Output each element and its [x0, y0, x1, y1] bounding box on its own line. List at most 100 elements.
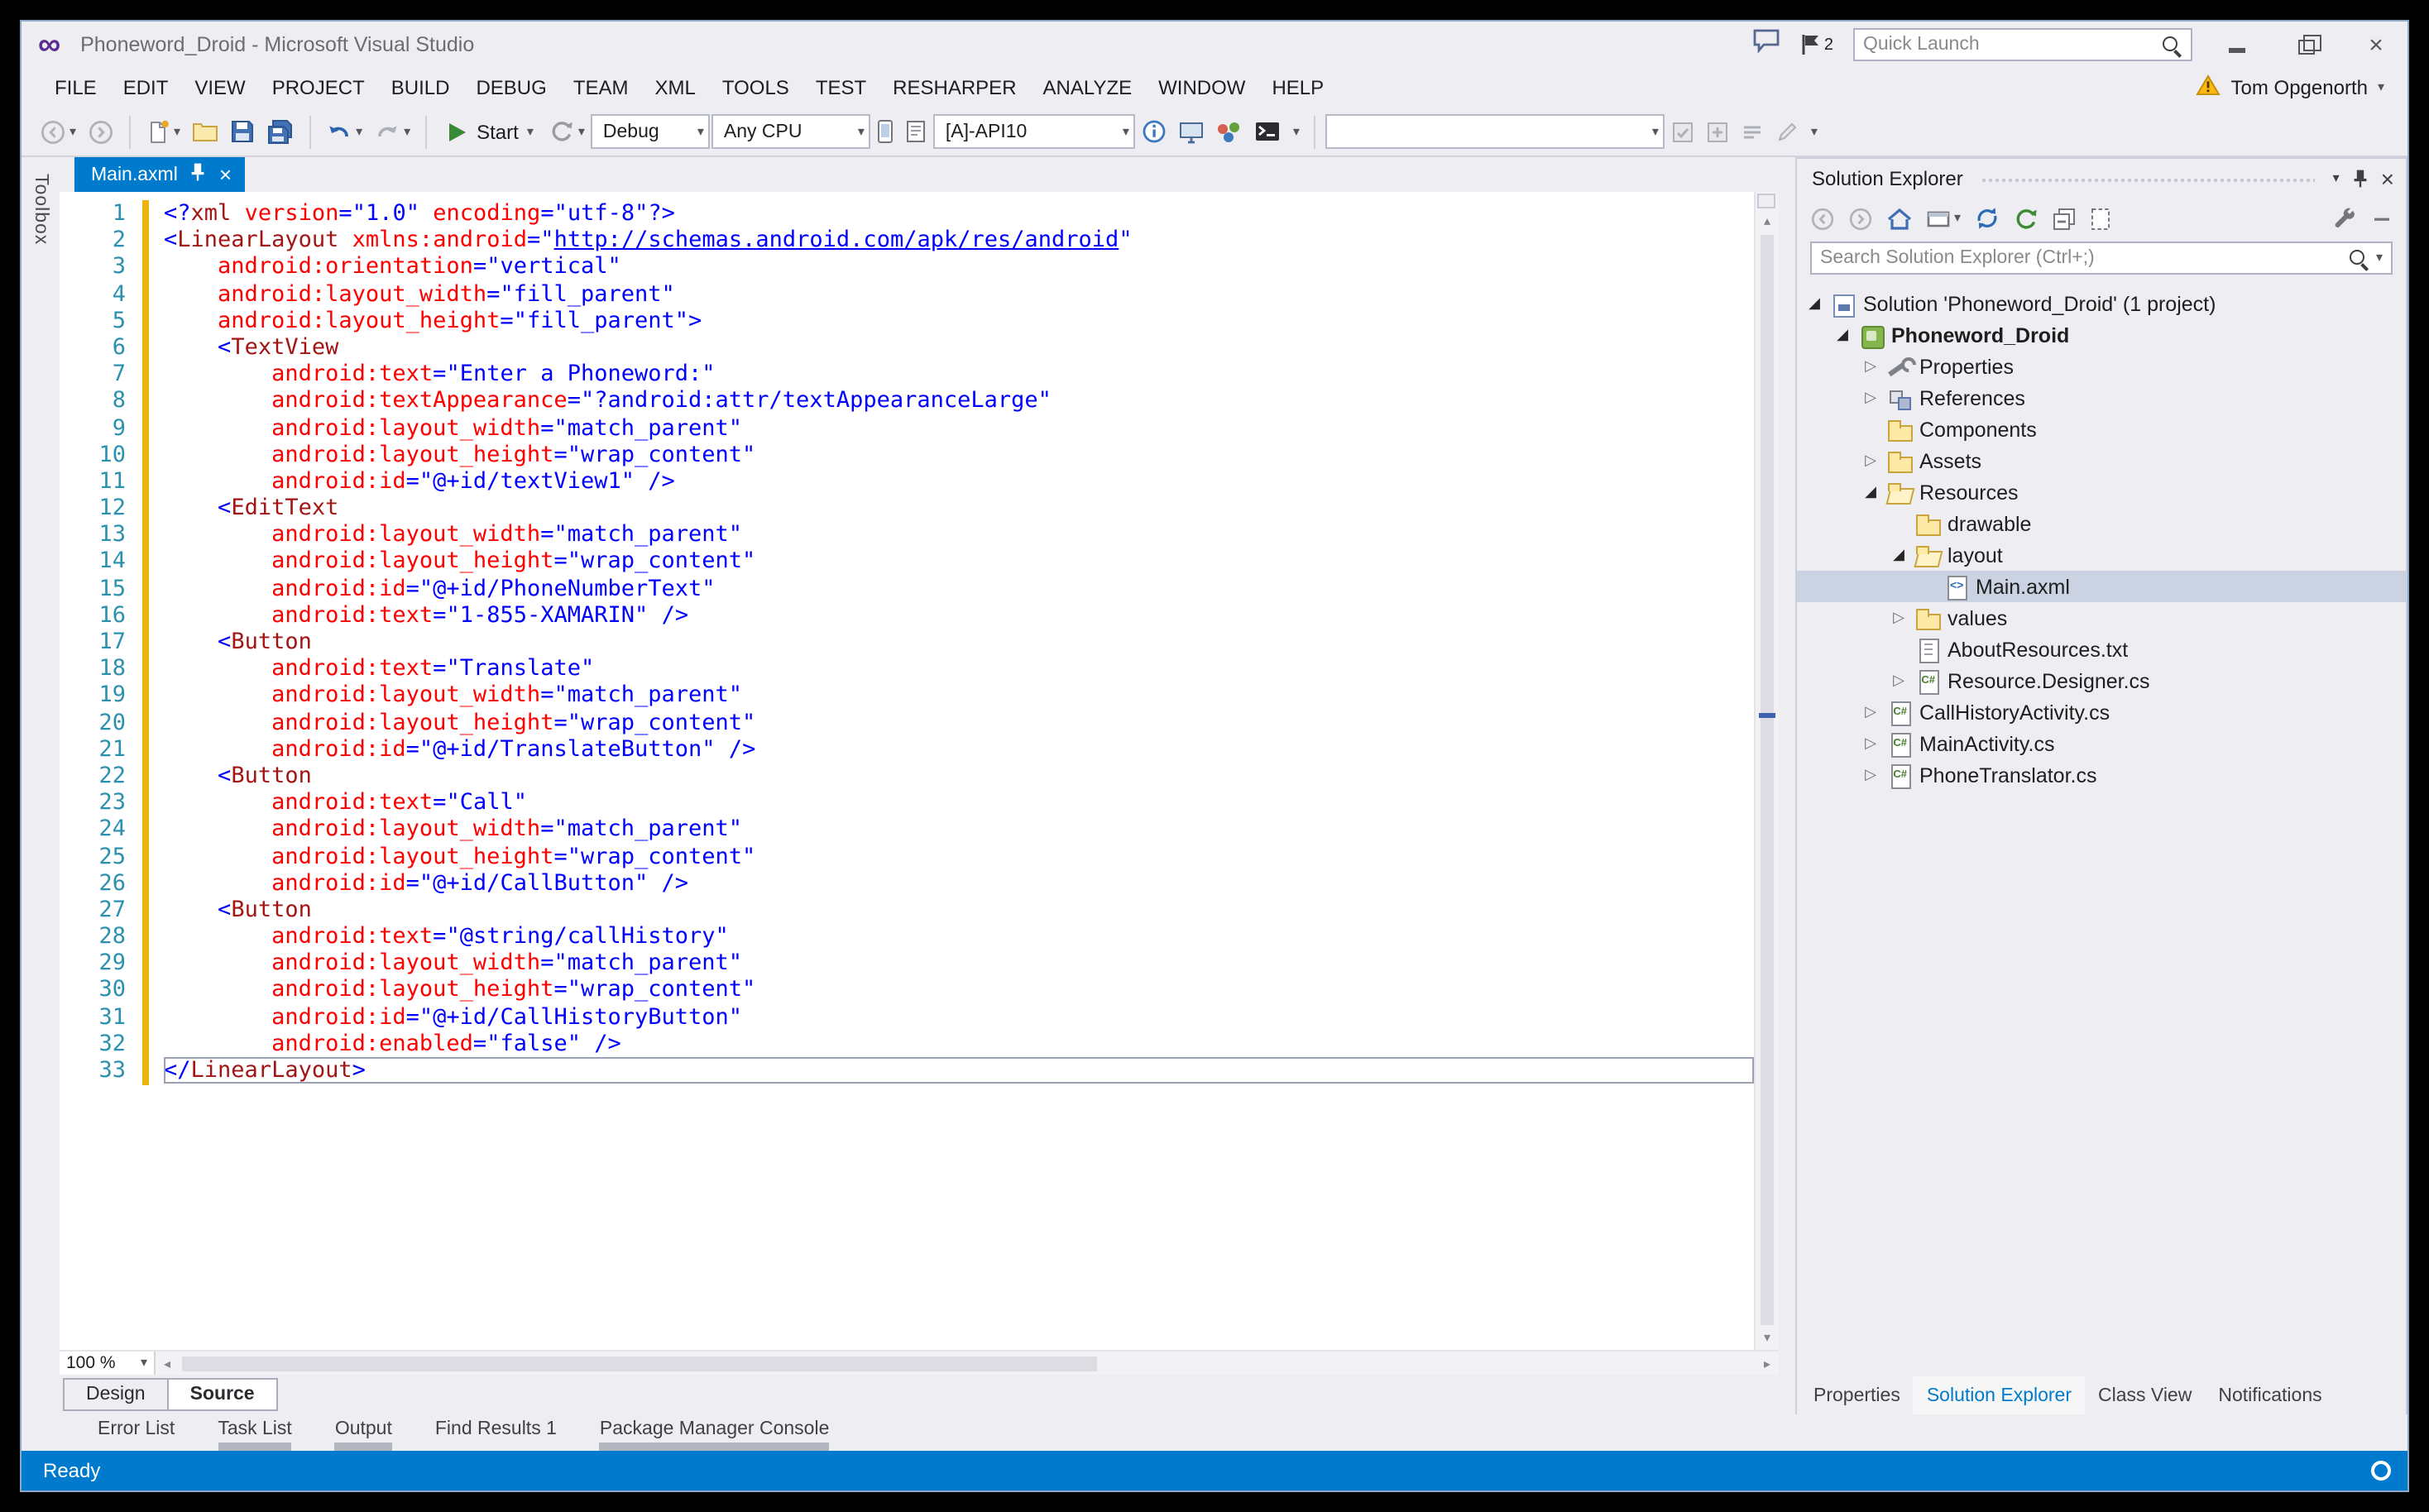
splitter-grip[interactable] [1757, 194, 1775, 208]
tree-item-phoneword-droid[interactable]: ◢Phoneword_Droid [1797, 319, 2406, 351]
hscrollbar-thumb[interactable] [182, 1356, 1096, 1371]
zoom-select[interactable]: 100 % ▾ [60, 1352, 156, 1375]
code-line-3[interactable]: android:orientation="vertical" [164, 254, 1754, 280]
tree-item-callhistoryactivity-cs[interactable]: ▷CallHistoryActivity.cs [1797, 696, 2406, 728]
code-line-5[interactable]: android:layout_height="fill_parent"> [164, 308, 1754, 334]
collapsed-expander-icon[interactable]: ▷ [1861, 705, 1880, 720]
tab-solution-explorer[interactable]: Solution Explorer [1914, 1376, 2085, 1414]
code-line-17[interactable]: <Button [164, 629, 1754, 655]
tab-main-axml[interactable]: Main.axml × [74, 157, 245, 192]
code-line-13[interactable]: android:layout_width="match_parent" [164, 522, 1754, 548]
panel-splitter[interactable] [1779, 157, 1795, 1414]
code-line-22[interactable]: <Button [164, 763, 1754, 789]
resharper-search-select[interactable]: ▾ [1326, 114, 1665, 149]
tab-package-manager-console[interactable]: Package Manager Console [600, 1419, 829, 1451]
tab-notifications[interactable]: Notifications [2205, 1376, 2335, 1414]
code-line-16[interactable]: android:text="1-855-XAMARIN" /> [164, 602, 1754, 629]
collapsed-expander-icon[interactable]: ▷ [1861, 390, 1880, 405]
code-area[interactable]: <?xml version="1.0" encoding="utf-8"?><L… [149, 192, 1754, 1350]
tab-class-view[interactable]: Class View [2085, 1376, 2205, 1414]
close-button[interactable]: × [2351, 25, 2401, 65]
tree-item-resources[interactable]: ◢Resources [1797, 476, 2406, 508]
feedback-icon[interactable] [1753, 28, 1781, 61]
code-line-33[interactable]: </LinearLayout> [164, 1057, 1754, 1084]
menu-analyze[interactable]: ANALYZE [1030, 71, 1146, 104]
se-preview-button[interactable] [2371, 208, 2393, 229]
tree-item-resource-designer-cs[interactable]: ▷Resource.Designer.cs [1797, 665, 2406, 696]
extra-tool-button-3[interactable] [1737, 112, 1770, 151]
collapsed-expander-icon[interactable]: ▷ [1890, 673, 1908, 688]
menu-team[interactable]: TEAM [560, 71, 642, 104]
code-line-1[interactable]: <?xml version="1.0" encoding="utf-8"?> [164, 200, 1754, 227]
navigate-forward-button[interactable] [83, 112, 119, 151]
notifications-flag-icon[interactable]: 2 [1801, 33, 1833, 56]
undo-button[interactable]: ▾ [321, 112, 367, 151]
code-line-23[interactable]: android:text="Call" [164, 789, 1754, 816]
window-position-icon[interactable]: ▾ [2333, 172, 2340, 185]
configuration-select[interactable]: Debug▾ [592, 114, 711, 149]
tree-item-values[interactable]: ▷values [1797, 602, 2406, 634]
code-line-30[interactable]: android:layout_height="wrap_content" [164, 977, 1754, 1003]
expanded-expander-icon[interactable]: ◢ [1805, 296, 1823, 311]
navigate-back-button[interactable]: ▾ [35, 112, 81, 151]
horizontal-scrollbar[interactable] [179, 1352, 1756, 1375]
toolbar-overflow-button-2[interactable]: ▾ [1806, 112, 1823, 151]
restore-button[interactable] [2282, 25, 2331, 65]
quick-launch-input[interactable] [1863, 35, 2154, 55]
platform-select[interactable]: Any CPU▾ [712, 114, 871, 149]
code-editor[interactable]: 1234567891011121314151617181920212223242… [60, 192, 1779, 1350]
tree-item-main-axml[interactable]: Main.axml [1797, 571, 2406, 602]
tab-design[interactable]: Design [63, 1378, 169, 1411]
close-icon[interactable]: × [219, 164, 232, 185]
new-item-button[interactable]: ▾ [141, 112, 185, 151]
minimize-button[interactable] [2212, 25, 2262, 65]
code-line-11[interactable]: android:id="@+id/textView1" /> [164, 468, 1754, 495]
pin-icon[interactable] [2351, 169, 2369, 189]
code-line-29[interactable]: android:layout_width="match_parent" [164, 950, 1754, 977]
code-line-20[interactable]: android:layout_height="wrap_content" [164, 709, 1754, 735]
menu-tools[interactable]: TOOLS [709, 71, 802, 104]
start-debug-button[interactable]: Start ▾ [437, 112, 544, 151]
tree-item-phonetranslator-cs[interactable]: ▷PhoneTranslator.cs [1797, 759, 2406, 791]
extra-tool-button-1[interactable] [1667, 112, 1700, 151]
menu-xml[interactable]: XML [642, 71, 709, 104]
code-line-14[interactable]: android:layout_height="wrap_content" [164, 548, 1754, 575]
scroll-right-icon[interactable]: ▸ [1756, 1356, 1779, 1371]
menu-debug[interactable]: DEBUG [462, 71, 559, 104]
menu-resharper[interactable]: RESHARPER [879, 71, 1029, 104]
code-line-8[interactable]: android:textAppearance="?android:attr/te… [164, 388, 1754, 414]
tab-source[interactable]: Source [167, 1378, 278, 1411]
collapsed-expander-icon[interactable]: ▷ [1861, 736, 1880, 751]
redo-button[interactable]: ▾ [369, 112, 415, 151]
code-line-9[interactable]: android:layout_width="match_parent" [164, 414, 1754, 441]
code-line-21[interactable]: android:id="@+id/TranslateButton" /> [164, 736, 1754, 763]
save-button[interactable] [225, 112, 260, 151]
console-button[interactable] [1250, 112, 1286, 151]
scroll-left-icon[interactable]: ◂ [156, 1356, 179, 1371]
code-line-28[interactable]: android:text="@string/callHistory" [164, 923, 1754, 950]
close-icon[interactable]: × [2381, 165, 2394, 192]
user-name[interactable]: Tom Opgenorth [2231, 76, 2368, 99]
se-collapse-all-button[interactable] [2052, 206, 2077, 231]
device-icon[interactable] [873, 112, 899, 151]
se-home-button[interactable] [1886, 206, 1913, 231]
se-sync-button[interactable] [1974, 205, 2000, 232]
restart-button[interactable]: ▾ [545, 112, 590, 151]
expanded-expander-icon[interactable]: ◢ [1861, 485, 1880, 500]
tab-find-results-1[interactable]: Find Results 1 [435, 1419, 557, 1439]
code-line-4[interactable]: android:layout_width="fill_parent" [164, 280, 1754, 307]
menu-file[interactable]: FILE [41, 71, 110, 104]
info-button[interactable] [1138, 112, 1172, 151]
scroll-down-icon[interactable]: ▾ [1756, 1330, 1779, 1347]
tab-properties[interactable]: Properties [1800, 1376, 1914, 1414]
code-line-19[interactable]: android:layout_width="match_parent" [164, 682, 1754, 709]
tree-item-drawable[interactable]: drawable [1797, 508, 2406, 539]
code-line-18[interactable]: android:text="Translate" [164, 655, 1754, 682]
pin-icon[interactable] [189, 162, 208, 187]
menu-help[interactable]: HELP [1258, 71, 1337, 104]
designer-preview-button[interactable] [1174, 112, 1210, 151]
tab-output[interactable]: Output [335, 1419, 392, 1451]
code-line-27[interactable]: <Button [164, 897, 1754, 923]
target-device-select[interactable]: [A]-API10▾ [934, 114, 1136, 149]
code-line-32[interactable]: android:enabled="false" /> [164, 1031, 1754, 1057]
